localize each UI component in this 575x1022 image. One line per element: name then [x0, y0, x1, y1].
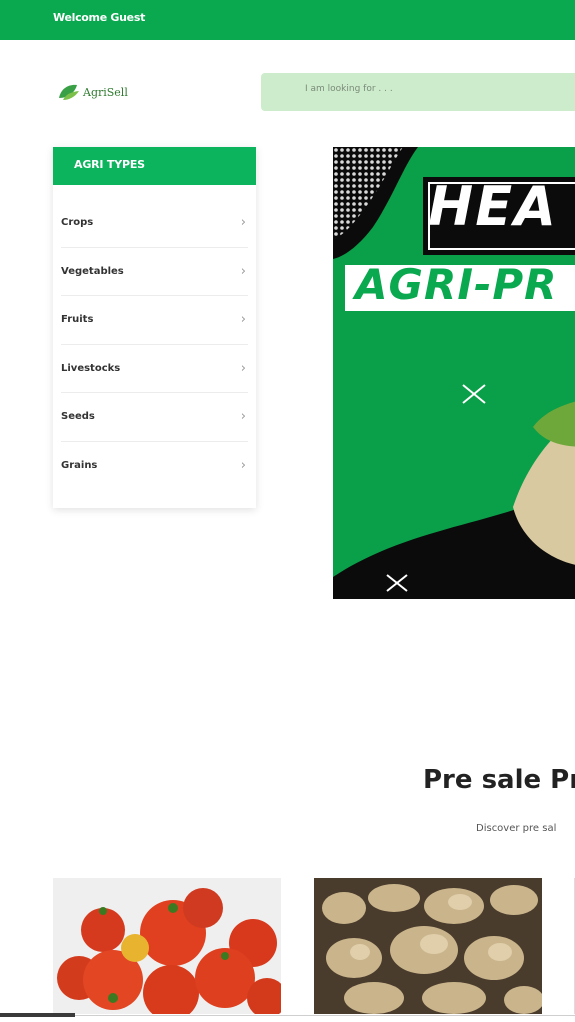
sidebar-item-livestocks[interactable]: Livestocks › — [61, 345, 248, 394]
sidebar-item-label: Fruits — [61, 314, 94, 326]
scrollbar-thumb[interactable] — [0, 1013, 75, 1017]
presale-title: Pre sale Pr — [423, 765, 575, 795]
ginger-image — [314, 878, 542, 1014]
search-input[interactable] — [305, 84, 565, 94]
sidebar-item-label: Grains — [61, 459, 98, 471]
category-sidebar: AGRI TYPES Crops › Vegetables › Fruits ›… — [53, 147, 256, 508]
chevron-right-icon: › — [240, 360, 246, 376]
top-bar: Welcome Guest — [0, 0, 575, 40]
welcome-text: Welcome Guest — [53, 11, 146, 24]
sidebar-item-fruits[interactable]: Fruits › — [61, 296, 248, 345]
scrollbar-track[interactable] — [75, 1015, 575, 1016]
chevron-right-icon: › — [240, 215, 246, 230]
sidebar-item-crops[interactable]: Crops › — [61, 199, 248, 248]
sidebar-item-label: Crops — [61, 217, 94, 228]
banner-subheading: AGRI-PR — [355, 260, 558, 309]
presale-subtitle: Discover pre sal — [476, 823, 557, 834]
category-list: Crops › Vegetables › Fruits › Livestocks… — [53, 199, 256, 491]
product-card-tomatoes[interactable] — [53, 878, 281, 1014]
sidebar-item-label: Livestocks — [61, 362, 121, 374]
promo-banner[interactable]: HEA AGRI-PR — [333, 147, 575, 599]
search-bar[interactable] — [261, 73, 575, 111]
sidebar-item-label: Seeds — [61, 411, 95, 423]
sidebar-item-vegetables[interactable]: Vegetables › — [61, 248, 248, 297]
tomatoes-image — [53, 878, 281, 1014]
banner-heading: HEA — [428, 175, 558, 238]
chevron-right-icon: › — [240, 263, 246, 279]
sidebar-header: AGRI TYPES — [53, 147, 256, 185]
sidebar-item-label: Vegetables — [61, 265, 124, 277]
logo[interactable]: AgriSell — [57, 81, 128, 103]
sidebar-item-grains[interactable]: Grains › — [61, 442, 248, 491]
sidebar-title: AGRI TYPES — [74, 158, 145, 171]
product-card-ginger[interactable] — [314, 878, 542, 1014]
chevron-right-icon: › — [240, 457, 246, 473]
chevron-right-icon: › — [240, 409, 246, 425]
chevron-right-icon: › — [240, 312, 246, 328]
sidebar-item-seeds[interactable]: Seeds › — [61, 393, 248, 442]
leaf-logo-icon — [59, 84, 79, 100]
logo-text: AgriSell — [83, 85, 128, 99]
